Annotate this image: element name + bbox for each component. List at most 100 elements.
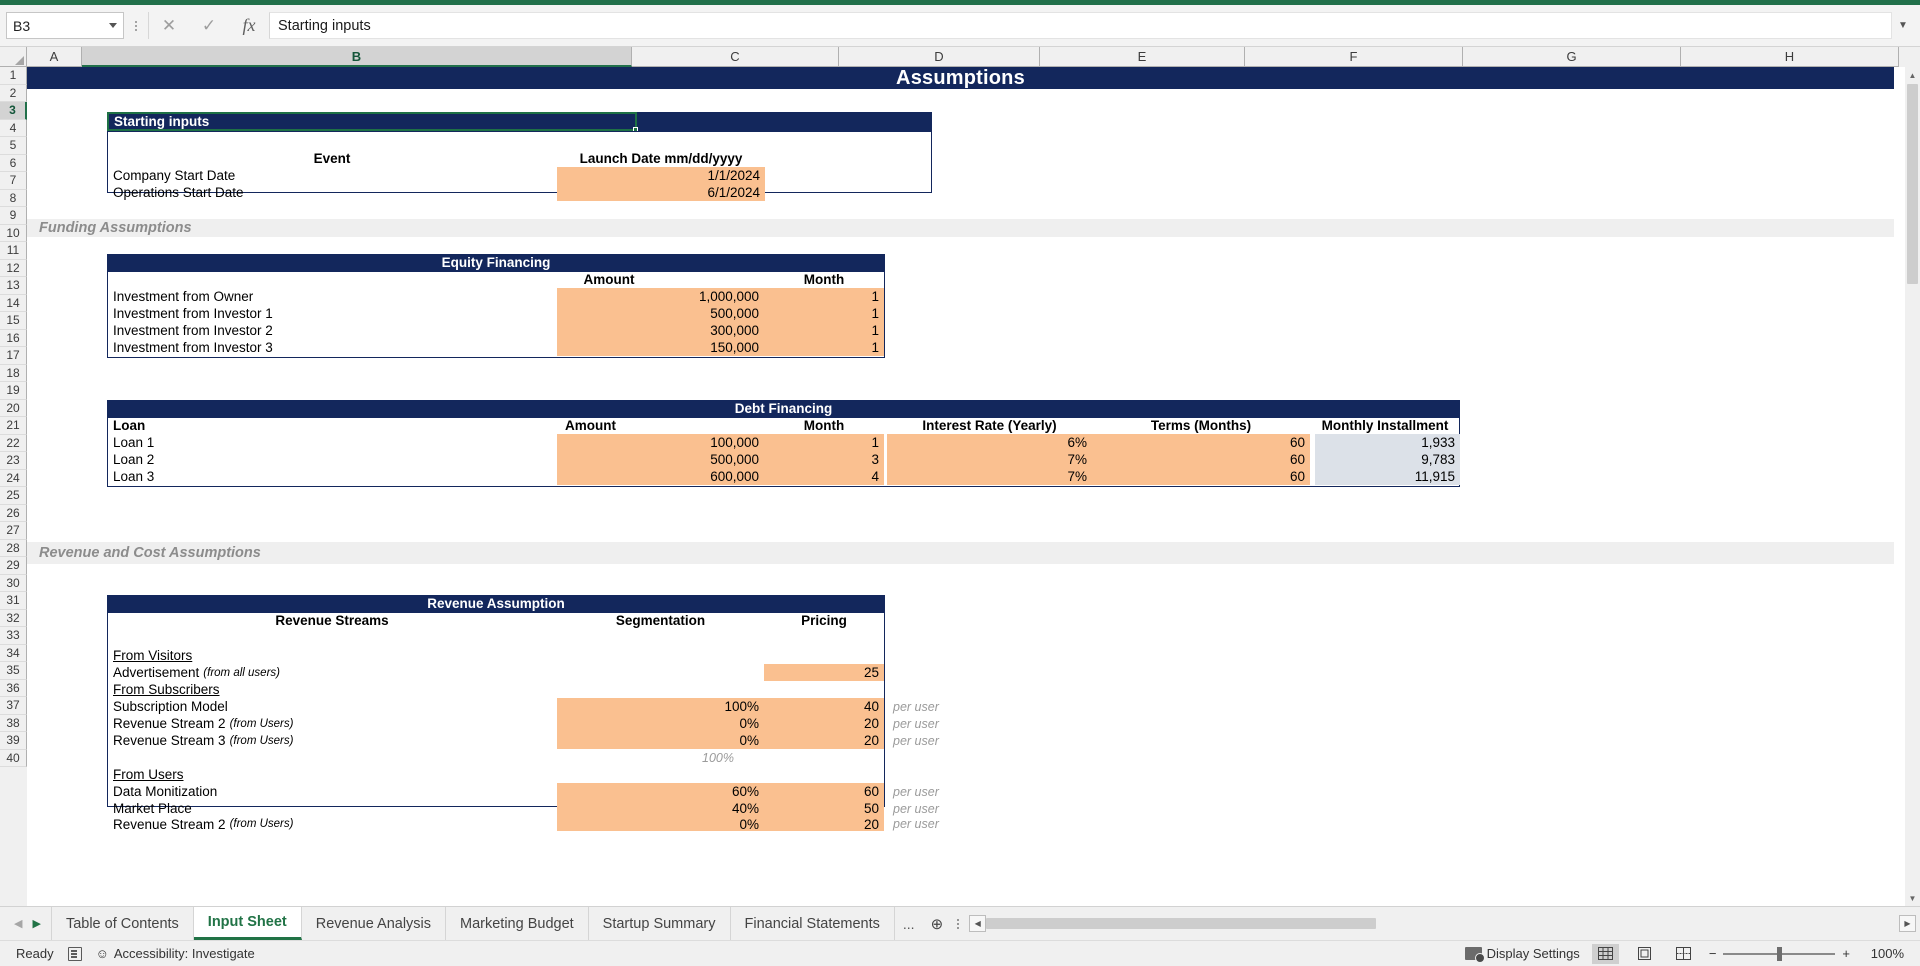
row-header-2[interactable]: 2 xyxy=(0,84,27,102)
debt-terms-0[interactable]: 60 xyxy=(1092,434,1310,451)
row-header-36[interactable]: 36 xyxy=(0,679,27,697)
debt-amount-2[interactable]: 600,000 xyxy=(557,468,764,485)
row-header-28[interactable]: 28 xyxy=(0,539,27,557)
row-header-37[interactable]: 37 xyxy=(0,697,27,715)
row-header-17[interactable]: 17 xyxy=(0,347,27,365)
starting-inputs-header[interactable]: Starting inputs xyxy=(107,112,637,131)
zoom-out-button[interactable]: − xyxy=(1709,946,1717,961)
sheet-canvas[interactable]: Assumptions Starting inputs Event Launch… xyxy=(27,67,1920,906)
display-settings-button[interactable]: Display Settings xyxy=(1464,946,1580,963)
row-header-15[interactable]: 15 xyxy=(0,312,27,330)
revenue-price-0[interactable]: 40 xyxy=(764,698,884,715)
row-header-26[interactable]: 26 xyxy=(0,504,27,522)
column-header-c[interactable]: C xyxy=(632,47,839,67)
debt-amount-1[interactable]: 500,000 xyxy=(557,451,764,468)
debt-month-1[interactable]: 3 xyxy=(764,451,884,468)
horizontal-scroll-thumb[interactable] xyxy=(986,918,1377,929)
tab-options-icon[interactable] xyxy=(951,907,965,940)
revenue-segmentation-3[interactable]: 60% xyxy=(557,783,764,800)
row-header-25[interactable]: 25 xyxy=(0,487,27,505)
revenue-segmentation-2[interactable]: 0% xyxy=(557,732,764,749)
scroll-down-icon[interactable]: ▼ xyxy=(1905,890,1920,906)
row-header-23[interactable]: 23 xyxy=(0,452,27,470)
debt-rate-1[interactable]: 7% xyxy=(887,451,1092,468)
equity-month-0[interactable]: 1 xyxy=(764,288,884,305)
revenue-segmentation-4[interactable]: 40% xyxy=(557,800,764,817)
revenue-price-2[interactable]: 20 xyxy=(764,732,884,749)
revenue-segmentation-0[interactable]: 100% xyxy=(557,698,764,715)
row-header-13[interactable]: 13 xyxy=(0,277,27,295)
revenue-price-3[interactable]: 60 xyxy=(764,783,884,800)
row-header-5[interactable]: 5 xyxy=(0,137,27,155)
zoom-thumb[interactable] xyxy=(1777,946,1783,961)
next-arrow-icon[interactable]: ▶ xyxy=(32,917,40,930)
horizontal-scroll-track[interactable] xyxy=(986,915,1899,932)
debt-terms-1[interactable]: 60 xyxy=(1092,451,1310,468)
row-header-24[interactable]: 24 xyxy=(0,469,27,487)
tab-marketing-budget[interactable]: Marketing Budget xyxy=(446,907,589,940)
row-header-32[interactable]: 32 xyxy=(0,609,27,627)
row-header-8[interactable]: 8 xyxy=(0,189,27,207)
horizontal-scrollbar[interactable]: ◀ ▶ xyxy=(965,907,1920,940)
name-box[interactable]: B3 xyxy=(6,12,124,39)
row-header-11[interactable]: 11 xyxy=(0,242,27,260)
row-header-3[interactable]: 3 xyxy=(0,102,27,120)
equity-amount-3[interactable]: 150,000 xyxy=(557,339,764,356)
debt-amount-0[interactable]: 100,000 xyxy=(557,434,764,451)
equity-month-2[interactable]: 1 xyxy=(764,322,884,339)
scroll-left-icon[interactable]: ◀ xyxy=(969,915,987,932)
debt-rate-0[interactable]: 6% xyxy=(887,434,1092,451)
column-header-f[interactable]: F xyxy=(1245,47,1463,67)
column-header-e[interactable]: E xyxy=(1040,47,1245,67)
column-header-d[interactable]: D xyxy=(839,47,1040,67)
row-header-31[interactable]: 31 xyxy=(0,592,27,610)
column-header-b[interactable]: B xyxy=(82,47,632,67)
debt-month-2[interactable]: 4 xyxy=(764,468,884,485)
row-header-38[interactable]: 38 xyxy=(0,714,27,732)
page-layout-icon[interactable] xyxy=(1631,944,1658,964)
column-header-a[interactable]: A xyxy=(27,47,82,67)
tab-startup-summary[interactable]: Startup Summary xyxy=(589,907,731,940)
debt-terms-2[interactable]: 60 xyxy=(1092,468,1310,485)
row-header-16[interactable]: 16 xyxy=(0,329,27,347)
zoom-slider[interactable]: − + xyxy=(1709,946,1850,961)
zoom-track[interactable] xyxy=(1723,946,1836,961)
revenue-segmentation-1[interactable]: 0% xyxy=(557,715,764,732)
row-header-14[interactable]: 14 xyxy=(0,294,27,312)
scroll-up-icon[interactable]: ▲ xyxy=(1905,67,1920,83)
revenue-price-advertisement[interactable]: 25 xyxy=(764,664,884,681)
row-header-30[interactable]: 30 xyxy=(0,574,27,592)
tab-input-sheet[interactable]: Input Sheet xyxy=(193,907,302,940)
zoom-level-label[interactable]: 100% xyxy=(1862,946,1904,961)
row-header-6[interactable]: 6 xyxy=(0,154,27,172)
record-macro-icon[interactable] xyxy=(67,946,82,961)
tab-revenue-analysis[interactable]: Revenue Analysis xyxy=(302,907,447,940)
select-all-corner[interactable] xyxy=(0,47,27,67)
company-start-date-value[interactable]: 1/1/2024 xyxy=(557,167,765,184)
equity-amount-0[interactable]: 1,000,000 xyxy=(557,288,764,305)
row-header-34[interactable]: 34 xyxy=(0,644,27,662)
row-header-12[interactable]: 12 xyxy=(0,259,27,277)
cancel-icon[interactable]: ✕ xyxy=(149,12,189,39)
revenue-price-1[interactable]: 20 xyxy=(764,715,884,732)
zoom-in-button[interactable]: + xyxy=(1842,946,1850,961)
tab-overflow-icon[interactable]: ... xyxy=(895,907,923,940)
row-header-40[interactable]: 40 xyxy=(0,749,27,767)
column-header-g[interactable]: G xyxy=(1463,47,1681,67)
row-header-33[interactable]: 33 xyxy=(0,627,27,645)
row-header-21[interactable]: 21 xyxy=(0,417,27,435)
row-header-39[interactable]: 39 xyxy=(0,732,27,750)
row-header-9[interactable]: 9 xyxy=(0,207,27,225)
accessibility-status[interactable]: ☺ Accessibility: Investigate xyxy=(96,946,255,961)
row-header-18[interactable]: 18 xyxy=(0,364,27,382)
row-header-22[interactable]: 22 xyxy=(0,434,27,452)
row-header-35[interactable]: 35 xyxy=(0,662,27,680)
column-header-h[interactable]: H xyxy=(1681,47,1899,67)
normal-view-icon[interactable] xyxy=(1591,943,1619,964)
row-header-19[interactable]: 19 xyxy=(0,382,27,400)
revenue-price-4[interactable]: 50 xyxy=(764,800,884,817)
vertical-scroll-thumb[interactable] xyxy=(1907,84,1918,284)
equity-month-1[interactable]: 1 xyxy=(764,305,884,322)
row-header-10[interactable]: 10 xyxy=(0,224,27,242)
equity-month-3[interactable]: 1 xyxy=(764,339,884,356)
